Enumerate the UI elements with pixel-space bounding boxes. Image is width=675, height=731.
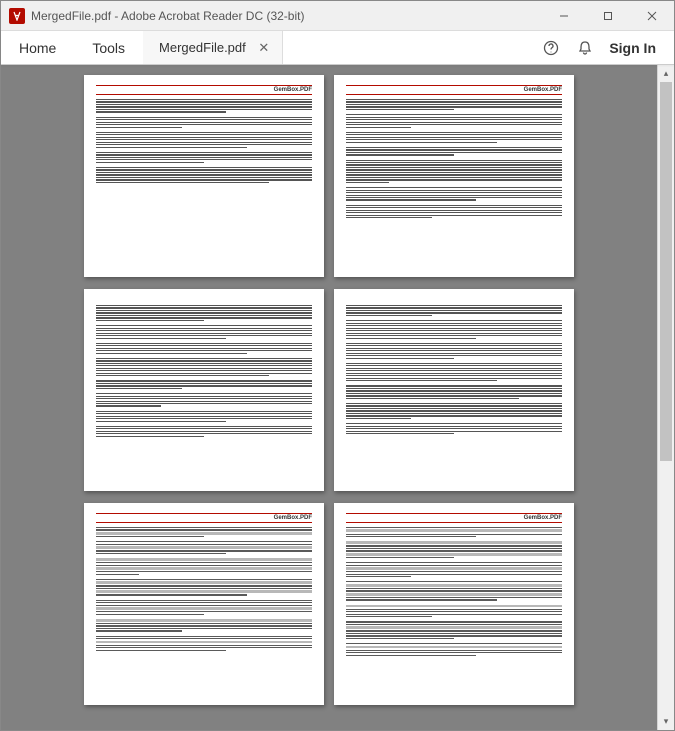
scroll-down-icon[interactable]: ▾ <box>658 713 674 730</box>
pdf-page-3[interactable] <box>84 289 324 491</box>
sign-in-button[interactable]: Sign In <box>609 40 656 56</box>
help-icon[interactable] <box>541 38 561 58</box>
titlebar: MergedFile.pdf - Adobe Acrobat Reader DC… <box>1 1 674 31</box>
document-viewport: GemBox.PDF GemBox.PDF <box>1 65 674 730</box>
close-button[interactable] <box>630 1 674 30</box>
home-tab[interactable]: Home <box>1 31 74 64</box>
app-icon <box>9 8 25 24</box>
toolbar: Home Tools MergedFile.pdf ✕ Sign In <box>1 31 674 65</box>
window-title: MergedFile.pdf - Adobe Acrobat Reader DC… <box>31 9 542 23</box>
pdf-page-1[interactable]: GemBox.PDF <box>84 75 324 277</box>
window-controls <box>542 1 674 30</box>
tools-tab[interactable]: Tools <box>74 31 143 64</box>
document-tab[interactable]: MergedFile.pdf ✕ <box>143 31 283 64</box>
minimize-button[interactable] <box>542 1 586 30</box>
pdf-page-6[interactable]: GemBox.PDF <box>334 503 574 705</box>
page-canvas[interactable]: GemBox.PDF GemBox.PDF <box>1 65 657 730</box>
pdf-page-2[interactable]: GemBox.PDF <box>334 75 574 277</box>
page-header: GemBox.PDF <box>96 87 312 95</box>
scroll-up-icon[interactable]: ▴ <box>658 65 674 82</box>
scroll-thumb[interactable] <box>660 82 672 461</box>
maximize-button[interactable] <box>586 1 630 30</box>
document-tab-label: MergedFile.pdf <box>159 40 246 55</box>
close-tab-icon[interactable]: ✕ <box>256 40 272 56</box>
page-header: GemBox.PDF <box>346 87 562 95</box>
bell-icon[interactable] <box>575 38 595 58</box>
pdf-page-5[interactable]: GemBox.PDF <box>84 503 324 705</box>
page-header: GemBox.PDF <box>96 515 312 523</box>
page-header: GemBox.PDF <box>346 515 562 523</box>
pdf-page-4[interactable] <box>334 289 574 491</box>
scroll-track[interactable] <box>658 82 674 713</box>
vertical-scrollbar[interactable]: ▴ ▾ <box>657 65 674 730</box>
